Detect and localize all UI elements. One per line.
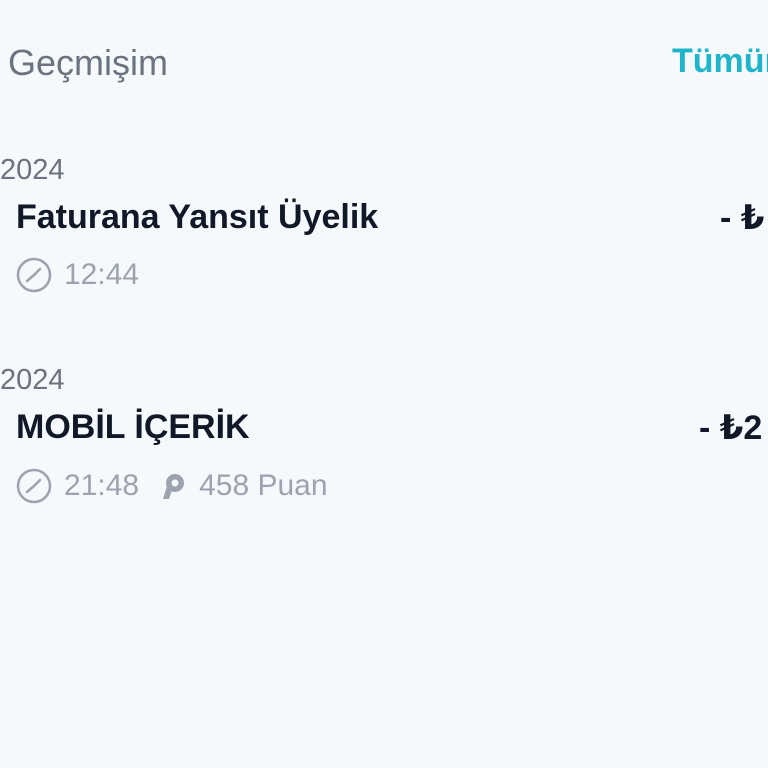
transaction-date: 2024 <box>0 364 65 396</box>
clock-icon <box>16 468 52 504</box>
transaction-meta: 21:48 458 Puan <box>16 467 328 505</box>
transaction-amount: - ₺ <box>720 199 765 237</box>
clock-icon <box>16 257 52 293</box>
transaction-points: 458 Puan <box>199 469 328 502</box>
transaction-amount: - ₺2 <box>699 409 763 447</box>
transaction-title: Faturana Yansıt Üyelik <box>16 198 379 236</box>
transaction-meta: 12:44 <box>16 256 139 294</box>
transaction-time: 12:44 <box>64 258 140 291</box>
see-all-link[interactable]: Tümün <box>672 42 768 81</box>
page-title: Geçmişim <box>8 42 168 83</box>
points-icon <box>159 472 187 500</box>
transaction-time: 21:48 <box>64 469 140 502</box>
transaction-title: MOBİL İÇERİK <box>16 408 250 446</box>
transaction-date: 2024 <box>0 154 65 186</box>
